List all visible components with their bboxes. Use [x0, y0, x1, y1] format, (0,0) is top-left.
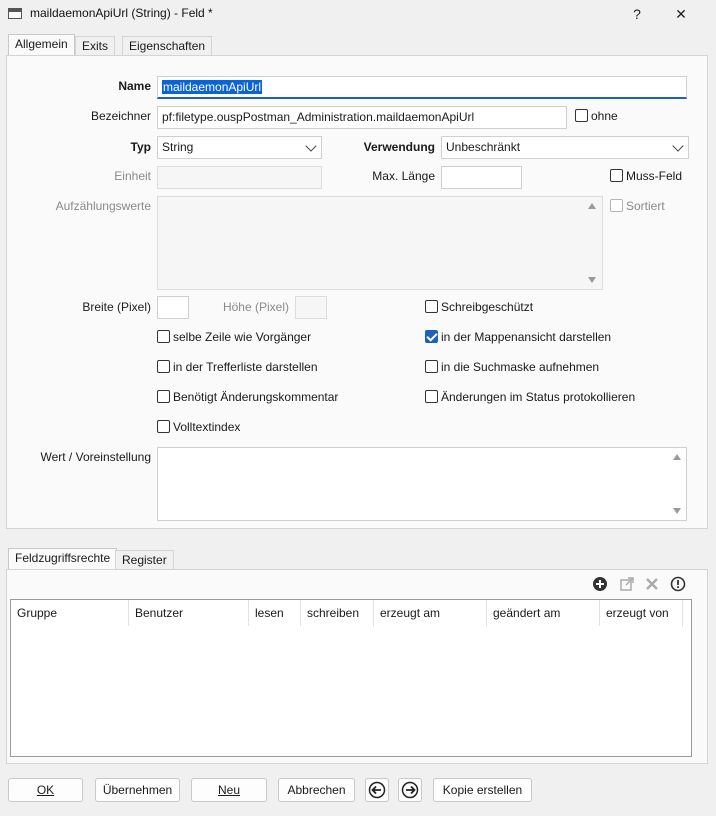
column-header-lesen[interactable]: lesen [249, 600, 301, 626]
uebernehmen-label: Übernehmen [102, 783, 173, 797]
max-laenge-label: Max. Länge [372, 169, 435, 183]
scroll-up-icon[interactable] [673, 454, 681, 460]
column-header-gruppe[interactable]: Gruppe [11, 600, 129, 626]
aufzaehlungswerte-label: Aufzählungswerte [55, 199, 151, 213]
status-protokoll-label: Änderungen im Status protokollieren [441, 390, 636, 404]
breite-label: Breite (Pixel) [82, 300, 151, 314]
muss-feld-checkbox[interactable] [610, 169, 623, 182]
add-icon[interactable] [592, 576, 608, 592]
breite-input[interactable] [157, 296, 189, 319]
scroll-up-icon[interactable] [588, 203, 596, 209]
aenderungskommentar-checkbox[interactable] [157, 390, 170, 403]
arrow-left-icon [368, 781, 386, 799]
title-bar: maildaemonApiUrl (String) - Feld * ? ✕ [0, 0, 716, 28]
status-protokoll-checkbox[interactable] [425, 390, 438, 403]
typ-value: String [162, 140, 194, 154]
tab-exits[interactable]: Exits [75, 36, 116, 56]
ohne-checkbox[interactable] [575, 109, 588, 122]
aenderungskommentar-label: Benötigt Änderungskommentar [173, 390, 339, 404]
tab-eigenschaften[interactable]: Eigenschaften [122, 36, 213, 56]
aufzaehlungswerte-area[interactable] [157, 196, 603, 290]
schreibgeschuetzt-label: Schreibgeschützt [441, 300, 534, 314]
wert-label: Wert / Voreinstellung [40, 450, 151, 464]
column-header-erzeugt-am[interactable]: erzeugt am [374, 600, 487, 626]
column-header-geaendert-am[interactable]: geändert am [487, 600, 600, 626]
help-button[interactable]: ? [617, 2, 657, 26]
typ-label: Typ [130, 140, 151, 154]
ok-button[interactable]: OK [8, 778, 83, 802]
volltextindex-label: Volltextindex [173, 420, 241, 434]
delete-icon[interactable] [644, 576, 660, 592]
bezeichner-label: Bezeichner [90, 109, 151, 123]
column-header-erzeugt-von[interactable]: erzeugt von [600, 600, 683, 626]
open-external-icon[interactable] [619, 576, 635, 592]
trefferliste-checkbox[interactable] [157, 360, 170, 373]
sortiert-checkbox[interactable] [610, 199, 623, 212]
verwendung-label: Verwendung [363, 140, 435, 154]
warning-icon[interactable] [670, 576, 686, 592]
name-input[interactable]: maildaemonApiUrl [157, 76, 687, 99]
tab-register[interactable]: Register [115, 550, 174, 570]
name-value: maildaemonApiUrl [162, 80, 263, 94]
abbrechen-button[interactable]: Abbrechen [278, 778, 355, 802]
volltextindex-checkbox[interactable] [157, 420, 170, 433]
suchmaske-checkbox[interactable] [425, 360, 438, 373]
typ-select[interactable]: String [157, 136, 322, 159]
muss-feld-label: Muss-Feld [626, 169, 683, 183]
mappenansicht-label: in der Mappenansicht darstellen [441, 330, 612, 344]
hoehe-label: Höhe (Pixel) [222, 300, 289, 314]
wert-area[interactable] [157, 447, 687, 521]
mappenansicht-checkbox[interactable] [425, 330, 438, 343]
neu-label: Neu [217, 783, 240, 797]
window-icon [8, 8, 22, 19]
tab-feldzugriffsrechte[interactable]: Feldzugriffsrechte [8, 548, 118, 570]
kopie-erstellen-label: Kopie erstellen [442, 783, 523, 797]
uebernehmen-button[interactable]: Übernehmen [95, 778, 180, 802]
verwendung-select[interactable]: Unbeschränkt [441, 136, 689, 159]
arrow-right-icon [401, 781, 419, 799]
einheit-input[interactable] [157, 166, 322, 189]
sortiert-label: Sortiert [626, 199, 665, 213]
scroll-down-icon[interactable] [673, 508, 681, 514]
column-header-benutzer[interactable]: Benutzer [129, 600, 249, 626]
neu-button[interactable]: Neu [191, 778, 267, 802]
chevron-down-icon [305, 140, 317, 152]
next-button[interactable] [398, 778, 422, 802]
abbrechen-label: Abbrechen [287, 783, 346, 797]
max-laenge-input[interactable] [441, 166, 522, 189]
schreibgeschuetzt-checkbox[interactable] [425, 300, 438, 313]
ok-label: OK [36, 783, 55, 797]
window-title: maildaemonApiUrl (String) - Feld * [30, 6, 213, 20]
verwendung-value: Unbeschränkt [446, 140, 521, 154]
close-button[interactable]: ✕ [661, 2, 701, 26]
chevron-down-icon [672, 140, 684, 152]
einheit-label: Einheit [114, 169, 151, 183]
kopie-erstellen-button[interactable]: Kopie erstellen [433, 778, 532, 802]
previous-button[interactable] [365, 778, 389, 802]
bezeichner-input[interactable]: pf:filetype.ouspPostman_Administration.m… [157, 106, 567, 129]
suchmaske-label: in die Suchmaske aufnehmen [441, 360, 600, 374]
permissions-table[interactable]: Gruppe Benutzer lesen schreiben erzeugt … [10, 599, 692, 757]
name-label: Name [118, 79, 151, 93]
ohne-label: ohne [591, 109, 618, 123]
column-header-schreiben[interactable]: schreiben [301, 600, 374, 626]
selbe-zeile-checkbox[interactable] [157, 330, 170, 343]
tab-allgemein[interactable]: Allgemein [8, 34, 75, 56]
scroll-down-icon[interactable] [588, 277, 596, 283]
hoehe-input[interactable] [295, 296, 327, 319]
selbe-zeile-label: selbe Zeile wie Vorgänger [173, 330, 312, 344]
trefferliste-label: in der Trefferliste darstellen [173, 360, 318, 374]
